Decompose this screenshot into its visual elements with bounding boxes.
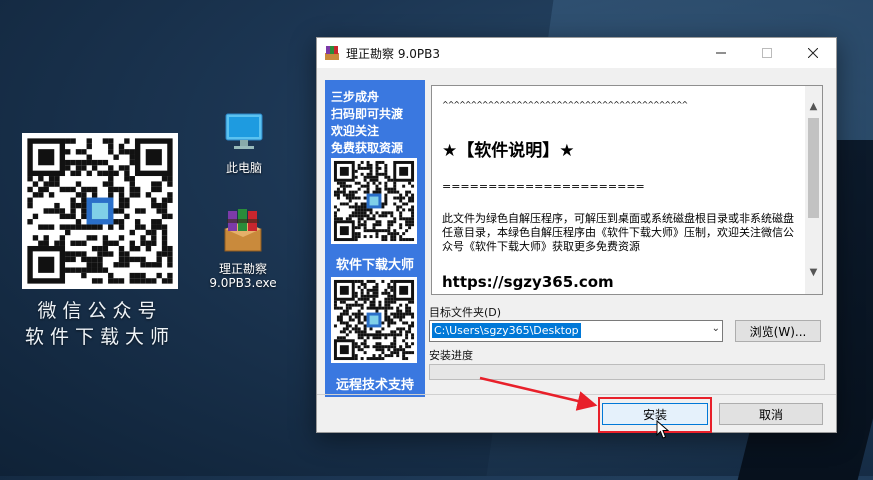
desktop-icon-label: 此电脑 bbox=[225, 161, 262, 175]
scroll-down-icon[interactable]: ▼ bbox=[805, 264, 822, 281]
close-icon bbox=[808, 48, 818, 58]
desktop-caption-line2: 软件下载大师 bbox=[24, 326, 175, 348]
target-folder-combobox[interactable]: C:\Users\sgzy365\Desktop ⌄ bbox=[429, 320, 723, 342]
winrar-app-icon bbox=[325, 46, 339, 60]
promo-line: 扫码即可共渡 bbox=[331, 107, 404, 121]
desktop-icon-installer[interactable]: 理正勘察 9.0PB3.exe bbox=[203, 207, 283, 290]
browse-button[interactable]: 浏览(W)... bbox=[735, 320, 821, 342]
install-button-highlight bbox=[598, 397, 712, 433]
description-heading: ★【软件说明】★ bbox=[442, 141, 575, 161]
title-bar[interactable]: 理正勘察 9.0PB3 bbox=[317, 38, 836, 68]
scrollbar-thumb[interactable] bbox=[808, 118, 819, 218]
maximize-icon bbox=[762, 48, 772, 58]
progress-label: 安装进度 bbox=[429, 349, 473, 362]
description-textbox[interactable]: ^^^^^^^^^^^^^^^^^^^^^^^^^^^^^^^^^^^^^^^^… bbox=[431, 85, 823, 295]
winrar-archive-icon bbox=[224, 209, 262, 252]
promo-panel: 三步成舟 扫码即可共渡 欢迎关注 免费获取资源 软件下载大师 远程技术支持 bbox=[325, 80, 425, 397]
target-folder-value[interactable]: C:\Users\sgzy365\Desktop bbox=[432, 323, 581, 338]
desktop-icon-this-pc[interactable]: 此电脑 bbox=[204, 110, 284, 175]
target-folder-label: 目标文件夹(D) bbox=[429, 306, 502, 319]
promo-line: 欢迎关注 bbox=[331, 124, 380, 138]
promo-line: 免费获取资源 bbox=[331, 141, 404, 155]
minimize-icon bbox=[716, 52, 726, 54]
promo-bottom-label: 远程技术支持 bbox=[335, 378, 414, 393]
equals-line: ====================== bbox=[442, 180, 645, 193]
cancel-button[interactable]: 取消 bbox=[719, 403, 823, 425]
close-button[interactable] bbox=[790, 38, 836, 68]
caret-line: ^^^^^^^^^^^^^^^^^^^^^^^^^^^^^^^^^^^^^^^^… bbox=[442, 100, 688, 109]
promo-text: 三步成舟 扫码即可共渡 欢迎关注 免费获取资源 bbox=[325, 80, 425, 157]
desktop-icon-label: 理正勘察 9.0PB3.exe bbox=[209, 262, 277, 290]
promo-mid-label: 软件下载大师 bbox=[335, 258, 414, 273]
wechat-qr-code bbox=[331, 158, 417, 244]
window-title: 理正勘察 9.0PB3 bbox=[346, 47, 441, 61]
minimize-button[interactable] bbox=[698, 38, 744, 68]
vertical-scrollbar[interactable]: ▲ ▼ bbox=[805, 86, 822, 294]
support-qr-code bbox=[331, 277, 417, 363]
scroll-up-icon[interactable]: ▲ bbox=[805, 98, 822, 115]
chevron-down-icon[interactable]: ⌄ bbox=[712, 323, 720, 334]
description-text: 此文件为绿色自解压程序，可解压到桌面或系统磁盘根目录或非系统磁盘任意目录，本绿色… bbox=[442, 212, 794, 253]
promo-line: 三步成舟 bbox=[331, 90, 380, 104]
mouse-cursor-icon bbox=[656, 420, 670, 439]
annotation-arrow-icon bbox=[479, 376, 598, 411]
desktop-qr-code bbox=[22, 133, 178, 289]
maximize-button[interactable] bbox=[744, 38, 790, 68]
monitor-icon bbox=[225, 113, 263, 149]
desktop-caption-line1: 微信公众号 bbox=[37, 300, 163, 322]
website-url[interactable]: https://sgzy365.com bbox=[442, 273, 614, 291]
